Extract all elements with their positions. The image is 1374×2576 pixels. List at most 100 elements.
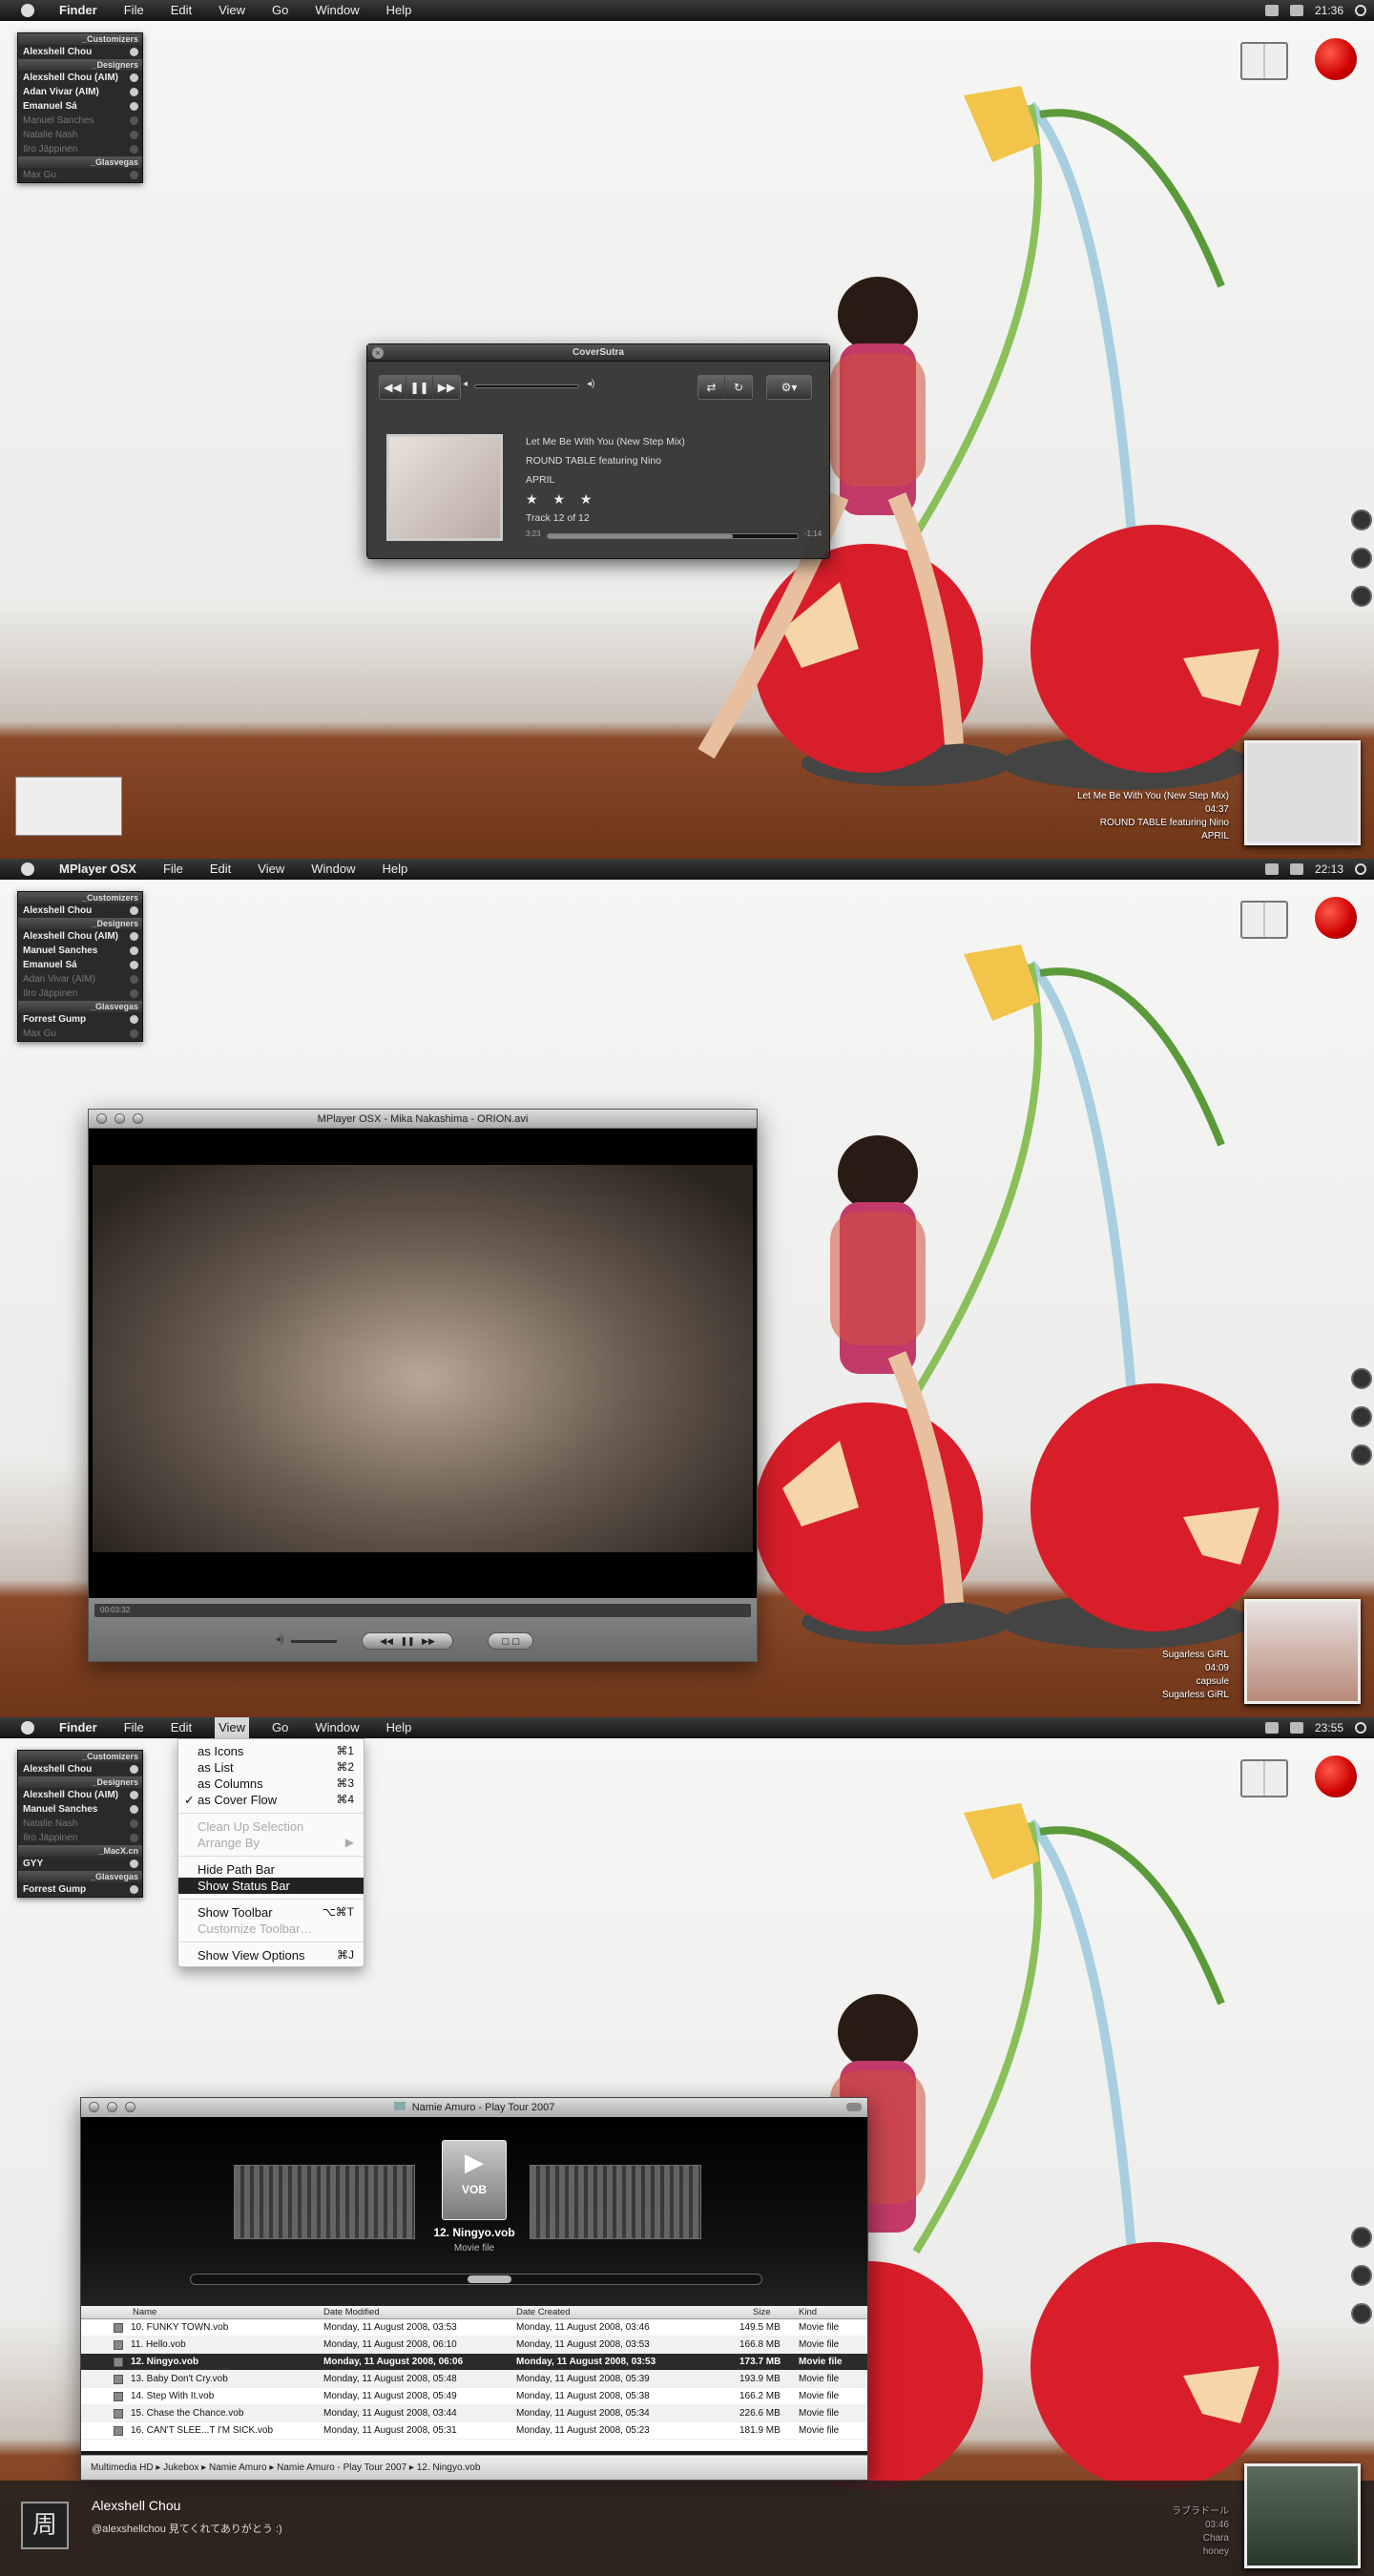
menu-item[interactable]: Show View Options ⌘J [178,1947,364,1963]
buddy-group-header[interactable]: _Glasvegas [18,1001,142,1012]
menu-file[interactable]: File [120,1717,148,1738]
menu-item[interactable]: as List ⌘2 [178,1759,364,1776]
menu-item[interactable]: ✓ as Cover Flow ⌘4 [178,1792,364,1808]
signal-icon[interactable] [1289,863,1303,875]
menu-edit[interactable]: Edit [167,1717,196,1738]
toolbar-toggle[interactable] [846,2103,862,2111]
dock-icon[interactable] [1351,509,1372,530]
address-book-icon[interactable] [1240,901,1288,939]
buddy-row[interactable]: Alexshell Chou (AIM) [18,71,142,85]
buddy-row[interactable]: Max Gu [18,1027,142,1041]
buddy-row[interactable]: Adan Vivar (AIM) [18,972,142,987]
settings-button[interactable]: ⚙▾ [766,375,812,400]
col-date-created[interactable]: Date Created [516,2307,571,2317]
close-icon[interactable] [96,1113,107,1124]
menu-item[interactable]: Show Toolbar ⌥⌘T [178,1904,364,1921]
dock-icon[interactable] [1351,586,1372,607]
vob-file-icon[interactable]: ▶ VOB [442,2140,507,2220]
col-name[interactable]: Name [133,2307,156,2317]
apple-icon[interactable] [1315,38,1357,80]
menu-view[interactable]: View [215,0,249,21]
menu-clock[interactable]: 23:55 [1315,1721,1343,1735]
menu-clock[interactable]: 21:36 [1315,4,1343,17]
menu-go[interactable]: Go [268,1717,292,1738]
dock-icon[interactable] [1351,1406,1372,1427]
apple-menu-icon[interactable] [21,4,34,17]
menu-view[interactable]: View [254,859,288,880]
minimize-icon[interactable] [114,1113,125,1124]
buddy-row[interactable]: Ilro Jäppinen [18,142,142,156]
buddy-group-header[interactable]: _Designers [18,59,142,71]
buddy-group-header[interactable]: _Designers [18,918,142,929]
path-segment[interactable]: Jukebox [163,2462,198,2473]
volume-slider[interactable] [474,384,579,388]
menu-view[interactable]: View [215,1717,250,1738]
menu-item[interactable]: as Columns ⌘3 [178,1776,364,1792]
apple-menu-icon[interactable] [21,1721,34,1735]
menu-item[interactable]: Hide Path Bar [178,1861,364,1878]
buddy-row[interactable]: GYY [18,1857,142,1871]
adium-icon[interactable] [1264,5,1279,16]
menu-window[interactable]: Window [311,0,363,21]
menu-item[interactable]: as Icons ⌘1 [178,1743,364,1759]
table-row[interactable]: 13. Baby Don't Cry.vob Monday, 11 August … [81,2371,867,2388]
buddy-row[interactable]: Ilro Jäppinen [18,1831,142,1845]
buddy-row[interactable]: Forrest Gump [18,1012,142,1027]
volume-slider[interactable] [291,1640,337,1643]
close-icon[interactable] [89,2102,99,2112]
menu-window[interactable]: Window [311,1717,363,1738]
mini-window-thumbnail[interactable] [15,777,122,836]
menu-app-name[interactable]: MPlayer OSX [55,859,140,880]
progress-bar[interactable] [547,533,799,539]
apple-icon[interactable] [1315,897,1357,939]
buddy-row[interactable]: Manuel Sanches [18,114,142,128]
col-kind[interactable]: Kind [799,2307,817,2317]
signal-icon[interactable] [1289,1722,1303,1734]
buddy-row[interactable]: Alexshell Chou [18,1762,142,1776]
buddy-row[interactable]: Ilro Jäppinen [18,987,142,1001]
path-segment[interactable]: Namie Amuro [209,2462,267,2473]
col-date-modified[interactable]: Date Modified [323,2307,380,2317]
table-row[interactable]: 11. Hello.vob Monday, 11 August 2008, 06:… [81,2337,867,2354]
menu-window[interactable]: Window [307,859,359,880]
apple-icon[interactable] [1315,1755,1357,1797]
menu-app-name[interactable]: Finder [55,1717,101,1738]
buddy-row[interactable]: Adan Vivar (AIM) [18,85,142,99]
path-segment[interactable]: Namie Amuro - Play Tour 2007 [277,2462,406,2473]
buddy-row[interactable]: Emanuel Sá [18,99,142,114]
menu-go[interactable]: Go [268,0,292,21]
buddy-group-header[interactable]: _Glasvegas [18,156,142,168]
rating-stars[interactable]: ★ ★ ★ [526,489,685,509]
buddy-row[interactable]: Alexshell Chou [18,45,142,59]
buddy-row[interactable]: Manuel Sanches [18,944,142,958]
spotlight-icon[interactable] [1355,5,1366,16]
apple-menu-icon[interactable] [21,862,34,876]
buddy-group-header[interactable]: _Glasvegas [18,1871,142,1882]
menu-edit[interactable]: Edit [167,0,196,21]
address-book-icon[interactable] [1240,42,1288,80]
previous-icon[interactable]: ◀◀ [380,376,406,399]
menu-help[interactable]: Help [379,859,412,880]
menu-edit[interactable]: Edit [206,859,235,880]
dock-icon[interactable] [1351,2303,1372,2324]
path-segment[interactable]: 12. Ningyo.vob [417,2462,481,2473]
buddy-row[interactable]: Max Gu [18,168,142,182]
shuffle-icon[interactable]: ⇄ [698,376,725,399]
seek-bar[interactable]: 00:03:32 [94,1604,751,1617]
address-book-icon[interactable] [1240,1759,1288,1797]
fullscreen-buttons[interactable]: ▢ ▢ [488,1632,533,1650]
menu-clock[interactable]: 22:13 [1315,862,1343,876]
dock-icon[interactable] [1351,2227,1372,2248]
dock-icon[interactable] [1351,1444,1372,1465]
spotlight-icon[interactable] [1355,863,1366,875]
table-row[interactable]: 14. Step With It.vob Monday, 11 August 20… [81,2388,867,2405]
col-size[interactable]: Size [753,2307,770,2317]
close-icon[interactable]: × [372,347,384,359]
menu-help[interactable]: Help [383,1717,416,1738]
signal-icon[interactable] [1289,5,1303,16]
minimize-icon[interactable] [107,2102,117,2112]
buddy-group-header[interactable]: _Customizers [18,892,142,904]
dock-icon[interactable] [1351,2265,1372,2286]
cover-flow[interactable]: ▶ VOB 12. Ningyo.vob Movie file [81,2117,867,2306]
menu-file[interactable]: File [120,0,148,21]
